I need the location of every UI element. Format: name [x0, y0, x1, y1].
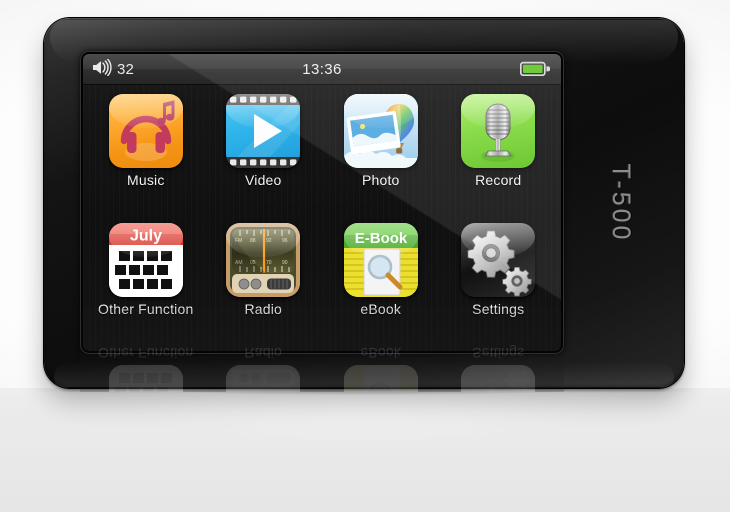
app-video[interactable]: Video: [205, 90, 323, 219]
svg-text:90: 90: [282, 260, 288, 266]
photo-balloon-icon[interactable]: [343, 94, 418, 168]
calendar-month-text: July: [130, 227, 162, 244]
device-screen[interactable]: 32 13:36 Music Video Photo Record July O…: [83, 54, 561, 351]
app-label: Music: [126, 172, 165, 188]
svg-text:88: 88: [250, 238, 256, 244]
svg-text:96: 96: [282, 238, 288, 244]
device-model-label: T-500: [607, 163, 636, 243]
svg-text:70: 70: [266, 260, 272, 266]
microphone-icon[interactable]: [461, 94, 536, 168]
headphones-music-note-icon[interactable]: [108, 94, 183, 168]
app-photo[interactable]: Photo: [322, 90, 440, 219]
app-label: Other Function: [98, 300, 194, 317]
film-strip-play-icon[interactable]: [226, 94, 301, 168]
app-music[interactable]: Music: [87, 90, 205, 219]
app-ebook[interactable]: E-Book eBook: [322, 219, 440, 348]
app-grid: Music Video Photo Record July Other Func…: [83, 84, 561, 351]
app-label: Radio: [244, 300, 283, 317]
app-label: Record: [475, 172, 522, 188]
app-record[interactable]: Record: [440, 90, 558, 219]
app-label: Settings: [472, 300, 525, 317]
radio-tuner-icon[interactable]: FM 88 92 96 AM 05 70 90: [226, 222, 301, 297]
floor-surface: [0, 388, 730, 510]
app-radio[interactable]: FM 88 92 96 AM 05 70 90 Radio: [205, 219, 323, 348]
app-label: eBook: [360, 300, 402, 317]
ebook-magnifier-icon[interactable]: E-Book: [343, 222, 418, 297]
screen-bezel: 32 13:36 Music Video Photo Record July O…: [80, 51, 564, 354]
app-label: Photo: [361, 172, 400, 188]
status-bar: 32 13:36: [83, 54, 561, 85]
app-other-function[interactable]: July Other Function: [87, 219, 205, 348]
media-player-device: T-500 32 13:36 Music Video Photo Record …: [44, 18, 684, 388]
calendar-icon[interactable]: July: [108, 222, 183, 297]
app-label: Video: [244, 172, 282, 188]
gears-icon[interactable]: [461, 222, 536, 297]
app-settings[interactable]: Settings: [440, 219, 558, 348]
status-clock: 13:36: [302, 60, 342, 78]
svg-text:92: 92: [266, 238, 272, 244]
ebook-header-text: E-Book: [355, 230, 408, 247]
